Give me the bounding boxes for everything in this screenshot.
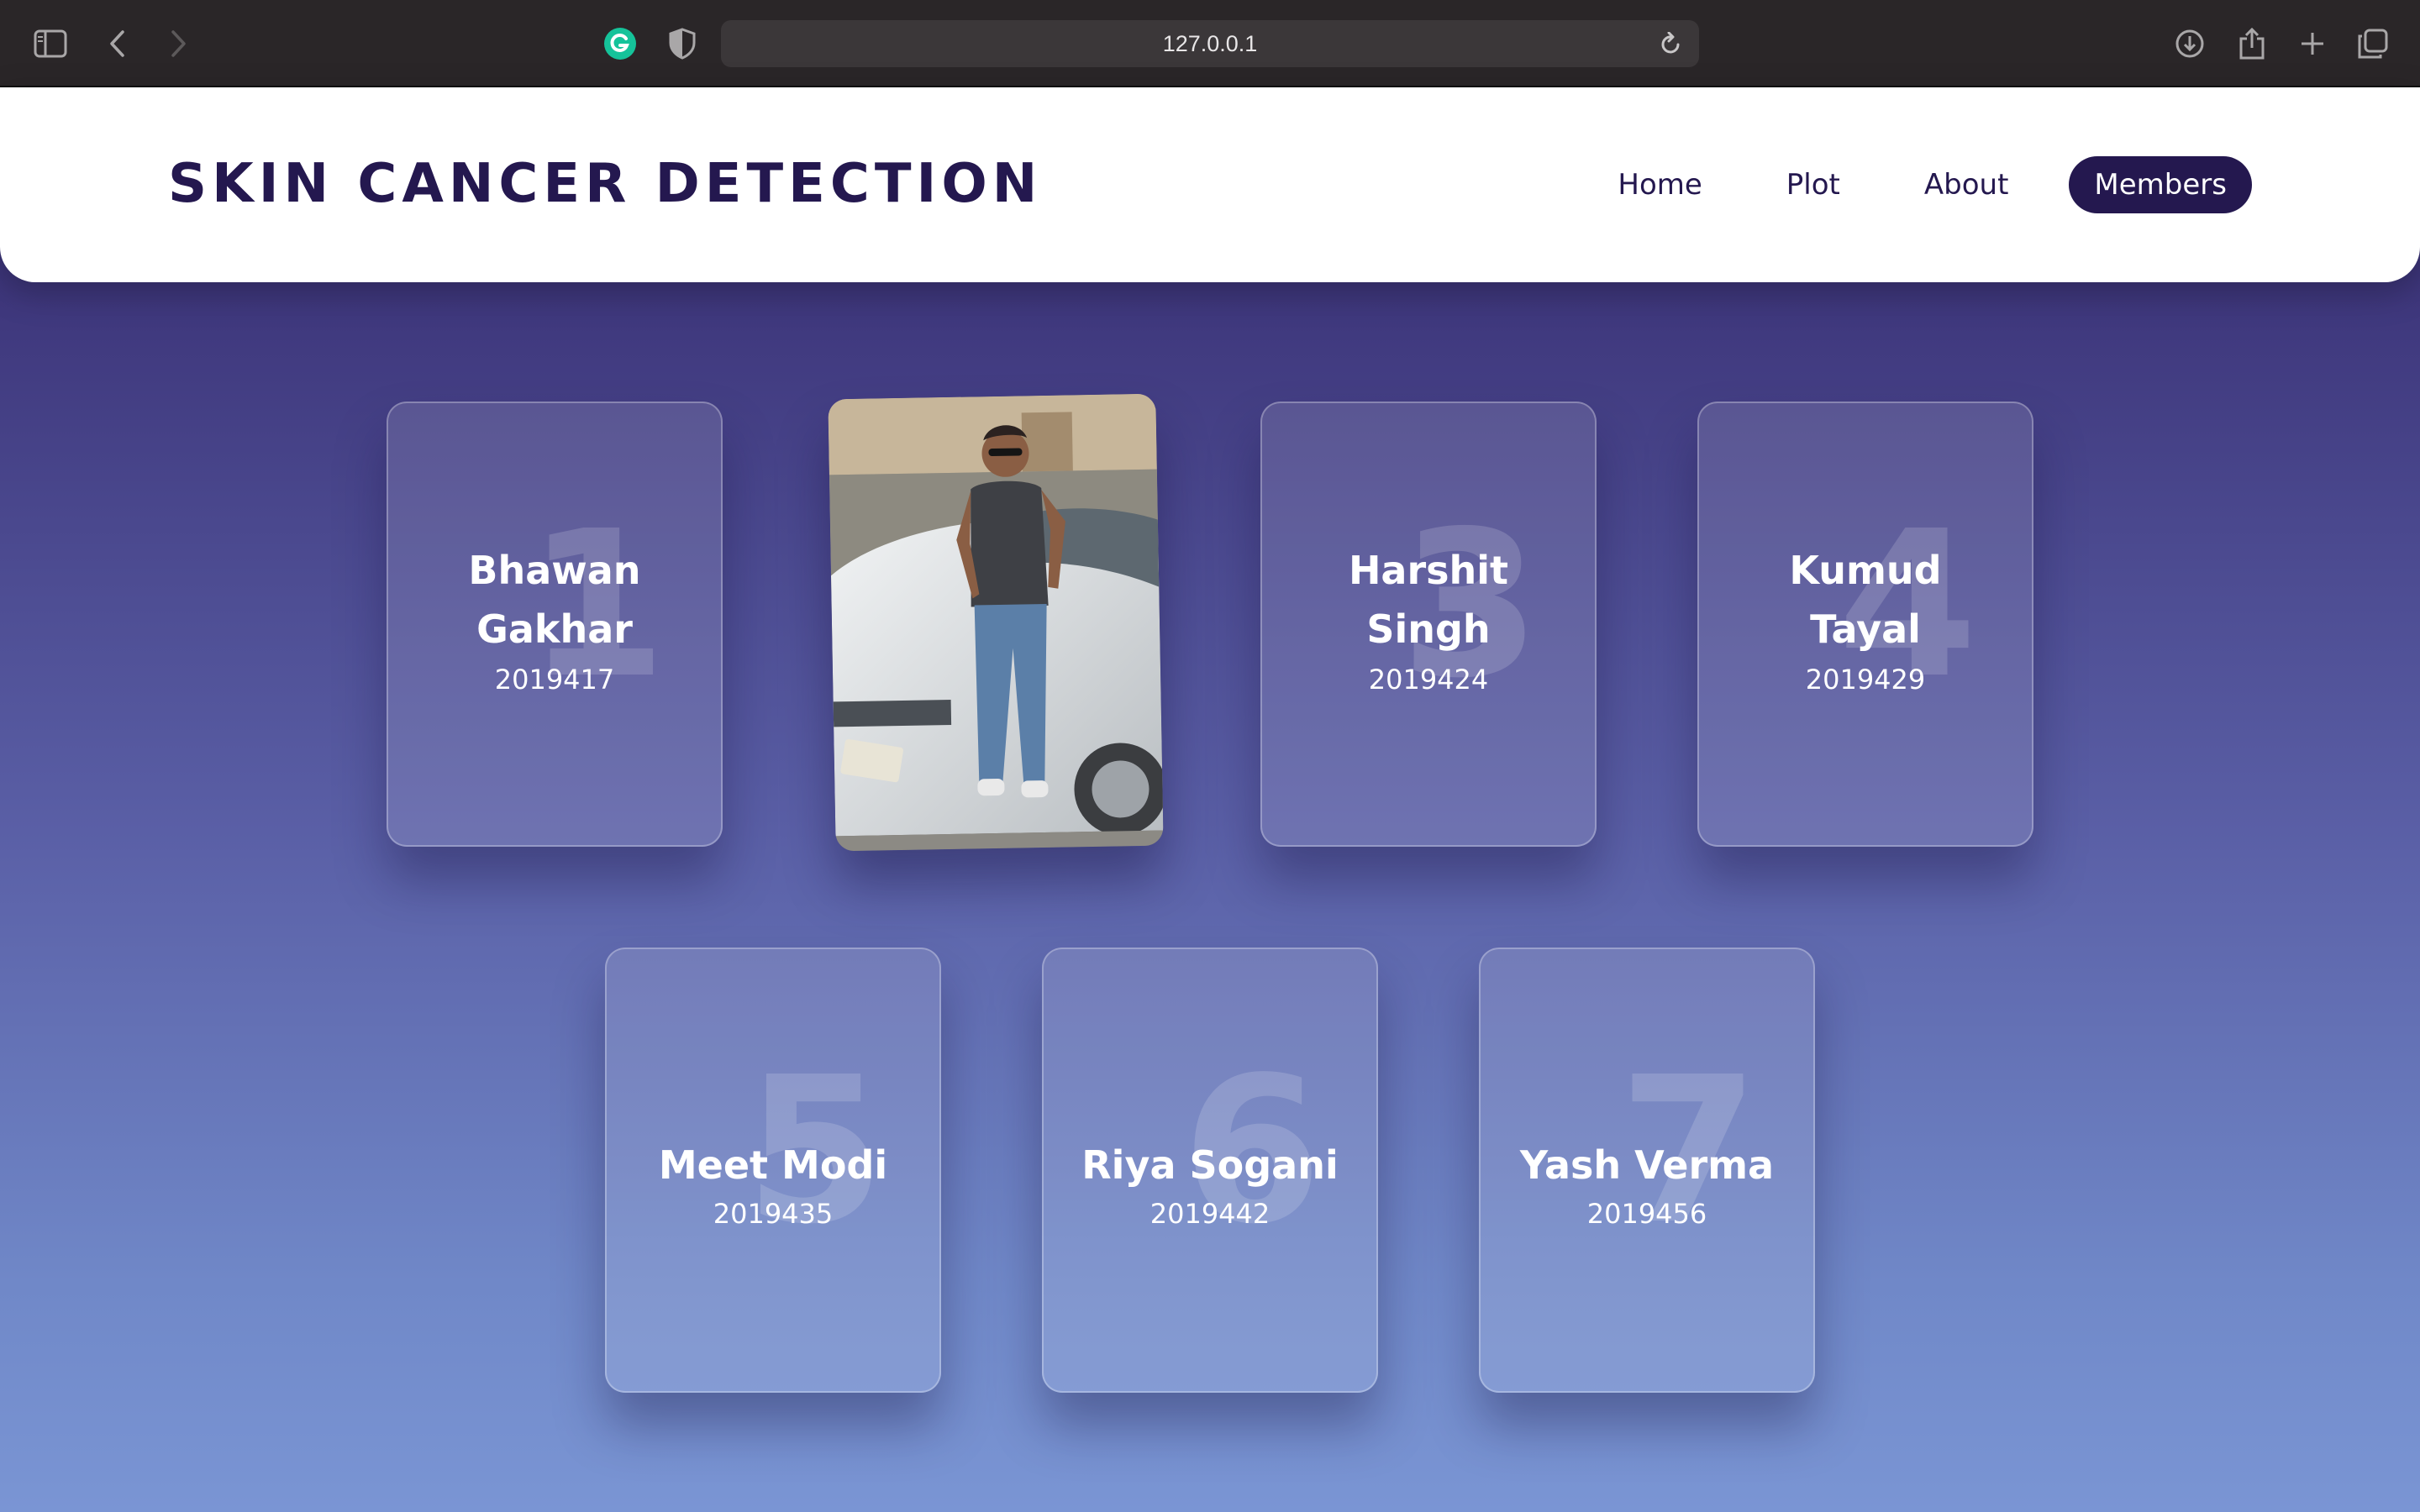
member-card[interactable]: 7 Yash Verma 2019456 (1479, 948, 1815, 1393)
member-name: Yash Verma (1519, 1142, 1775, 1188)
site-title[interactable]: SKIN CANCER DETECTION (168, 153, 1042, 215)
sidebar-toggle-icon[interactable] (32, 25, 69, 62)
member-roll-number: 2019424 (1368, 664, 1489, 696)
url-text: 127.0.0.1 (1162, 30, 1258, 56)
nav-home[interactable]: Home (1618, 168, 1702, 202)
downloads-icon[interactable] (2171, 25, 2208, 62)
member-name: Kumud Tayal (1789, 548, 1942, 652)
nav-plot[interactable]: Plot (1786, 168, 1840, 202)
grammarly-extension-icon[interactable] (602, 25, 639, 62)
reload-icon[interactable] (1660, 32, 1682, 55)
share-icon[interactable] (2233, 25, 2270, 62)
member-card[interactable]: 4 Kumud Tayal 2019429 (1697, 402, 2033, 847)
member-roll-number: 2019417 (494, 664, 615, 696)
browser-toolbar: 127.0.0.1 (0, 0, 2420, 87)
nav-about[interactable]: About (1924, 168, 2009, 202)
member-card[interactable]: 3 Harshit Singh 2019424 (1260, 402, 1597, 847)
site-header: SKIN CANCER DETECTION Home Plot About Me… (0, 87, 2420, 282)
forward-icon[interactable] (160, 25, 197, 62)
main-nav: Home Plot About Members (1534, 156, 2252, 213)
member-card[interactable]: 5 Meet Modi 2019435 (605, 948, 941, 1393)
member-photo-card[interactable] (828, 393, 1164, 852)
member-card[interactable]: 1 Bhawan Gakhar 2019417 (387, 402, 723, 847)
member-name: Meet Modi (658, 1142, 888, 1188)
member-card[interactable]: 6 Riya Sogani 2019442 (1042, 948, 1378, 1393)
member-roll-number: 2019429 (1805, 664, 1926, 696)
tab-overview-icon[interactable] (2354, 25, 2391, 62)
member-roll-number: 2019442 (1150, 1198, 1270, 1230)
back-icon[interactable] (99, 25, 136, 62)
member-name: Riya Sogani (1081, 1142, 1339, 1188)
new-tab-icon[interactable] (2294, 25, 2331, 62)
nav-members[interactable]: Members (2069, 156, 2252, 213)
member-roll-number: 2019456 (1586, 1198, 1707, 1230)
address-bar[interactable]: 127.0.0.1 (721, 20, 1699, 67)
member-name: Harshit Singh (1348, 548, 1509, 652)
member-photo-image (828, 393, 1164, 852)
member-name: Bhawan Gakhar (468, 548, 641, 652)
privacy-shield-icon[interactable] (664, 25, 701, 62)
member-roll-number: 2019435 (713, 1198, 834, 1230)
